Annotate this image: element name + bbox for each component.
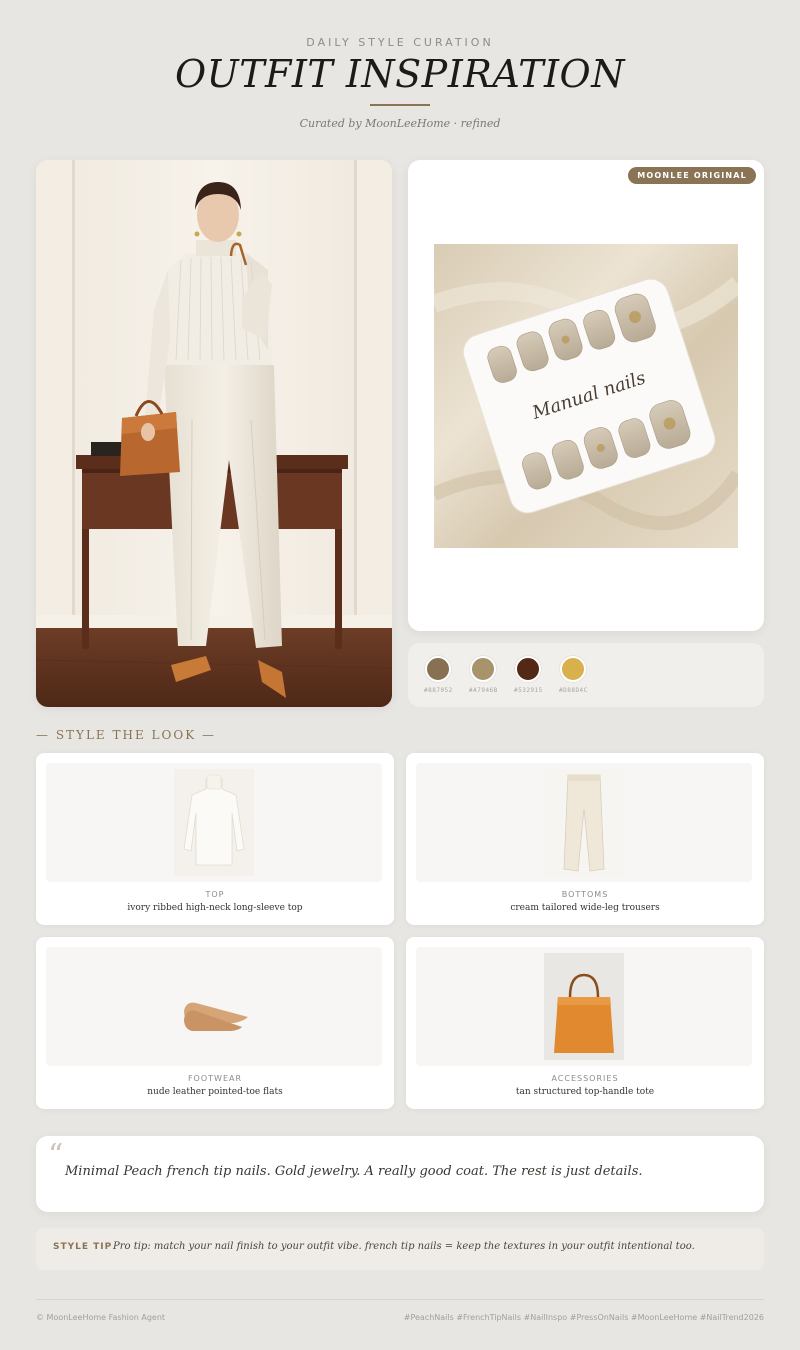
item-category: FOOTWEAR: [187, 1074, 243, 1083]
style-tip-card: STYLE TIP Pro tip: match your nail finis…: [36, 1228, 764, 1270]
item-card-footwear[interactable]: FOOTWEAR nude leather pointed-toe flats: [36, 937, 394, 1109]
item-card-accessories[interactable]: ACCESSORIES tan structured top-handle to…: [406, 937, 764, 1109]
section-label: — STYLE THE LOOK —: [36, 728, 216, 742]
item-category: BOTTOMS: [561, 890, 609, 899]
tip-text: Pro tip: match your nail finish to your …: [113, 1241, 695, 1252]
swatch-4: [560, 656, 586, 682]
hero-outfit-photo: [36, 160, 392, 707]
press-on-nails-photo: Manual nails: [434, 244, 738, 548]
quote-mark-icon: “: [48, 1138, 64, 1173]
page-title: OUTFIT INSPIRATION: [175, 52, 625, 96]
brand-badge: MOONLEE ORIGINAL: [628, 167, 756, 184]
swatch-3: [515, 656, 541, 682]
kicker: DAILY STYLE CURATION: [306, 36, 494, 49]
swatch-2-code: #A7946B: [469, 687, 498, 694]
model-photo-illustration: [36, 160, 392, 707]
tip-label: STYLE TIP: [53, 1242, 113, 1252]
item-category: TOP: [205, 890, 225, 899]
item-card-bottoms[interactable]: BOTTOMS cream tailored wide-leg trousers: [406, 753, 764, 925]
footer-copyright: © MoonLeeHome Fashion Agent: [36, 1313, 166, 1322]
item-image-well: [416, 763, 752, 882]
trousers-image: [544, 769, 624, 876]
item-image-well: [416, 947, 752, 1066]
title-divider: [370, 104, 430, 106]
item-description: ivory ribbed high-neck long-sleeve top: [127, 903, 303, 913]
footer-hashtags: #PeachNails #FrenchTipNails #NailInspo #…: [403, 1313, 764, 1322]
swatch-1-code: #887052: [424, 687, 453, 694]
item-category: ACCESSORIES: [551, 1074, 619, 1083]
item-card-top[interactable]: TOP ivory ribbed high-neck long-sleeve t…: [36, 753, 394, 925]
item-description: tan structured top-handle tote: [515, 1087, 655, 1097]
quote-text: Minimal Peach french tip nails. Gold jew…: [65, 1164, 643, 1179]
item-image-well: [46, 947, 382, 1066]
nail-product-card: MOONLEE ORIGINAL Manual nails: [408, 160, 764, 631]
swatch-2: [470, 656, 496, 682]
item-description: nude leather pointed-toe flats: [147, 1087, 283, 1097]
swatch-3-code: #532915: [514, 687, 543, 694]
item-description: cream tailored wide-leg trousers: [510, 903, 660, 913]
swatch-1: [425, 656, 451, 682]
swatch-4-code: #D88D4C: [559, 687, 588, 694]
color-palette: #887052 #A7946B #532915 #D88D4C: [408, 643, 764, 707]
subtitle: Curated by MoonLeeHome · refined: [299, 117, 501, 130]
item-image-well: [46, 763, 382, 882]
turtleneck-top-image: [174, 769, 254, 876]
tote-bag-image: [544, 953, 624, 1060]
quote-card: “ Minimal Peach french tip nails. Gold j…: [36, 1136, 764, 1212]
flats-image: [174, 953, 254, 1060]
footer-divider: [36, 1299, 764, 1300]
